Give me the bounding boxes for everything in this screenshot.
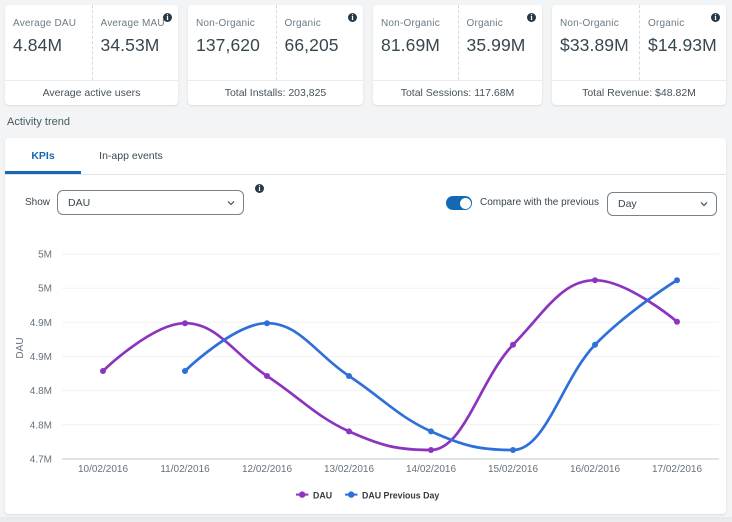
svg-text:4.9M: 4.9M [30,352,52,363]
svg-text:4.8M: 4.8M [30,386,52,397]
svg-text:5M: 5M [38,284,52,295]
svg-text:DAU: DAU [313,490,332,500]
svg-text:4.7M: 4.7M [30,455,52,466]
svg-text:12/02/2016: 12/02/2016 [242,464,292,475]
svg-text:14/02/2016: 14/02/2016 [406,464,456,475]
svg-text:15/02/2016: 15/02/2016 [488,464,538,475]
svg-text:13/02/2016: 13/02/2016 [324,464,374,475]
svg-text:DAU Previous Day: DAU Previous Day [362,490,439,500]
svg-text:17/02/2016: 17/02/2016 [652,464,702,475]
svg-text:10/02/2016: 10/02/2016 [78,464,128,475]
svg-text:4.9M: 4.9M [30,318,52,329]
svg-text:11/02/2016: 11/02/2016 [160,464,210,475]
svg-text:5M: 5M [38,250,52,261]
svg-text:16/02/2016: 16/02/2016 [570,464,620,475]
svg-text:DAU: DAU [15,337,26,358]
svg-text:4.8M: 4.8M [30,420,52,431]
